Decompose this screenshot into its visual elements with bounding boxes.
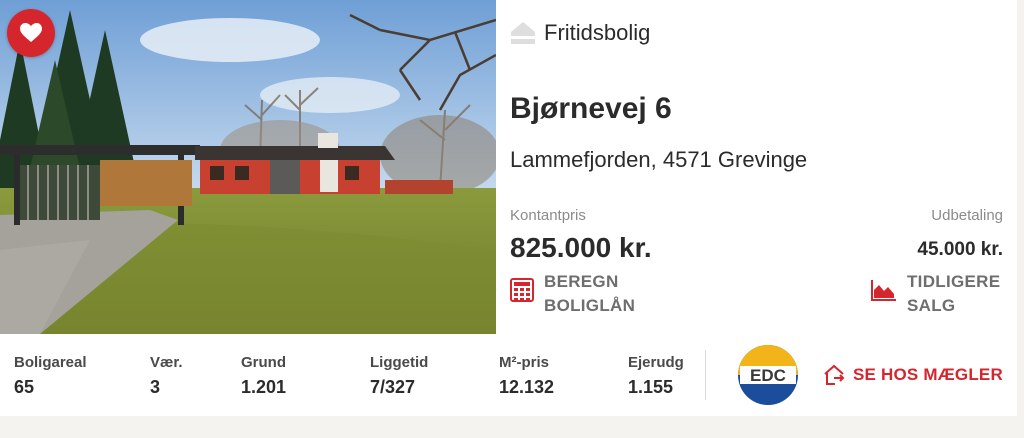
calculator-icon: [510, 278, 534, 302]
stat-m2-price: M²-pris 12.132: [499, 354, 555, 397]
house-icon: [511, 22, 535, 44]
listing-title[interactable]: Bjørnevej 6: [510, 92, 672, 126]
stats-bar: Boligareal 65 Vær. 3 Grund 1.201 Liggeti…: [0, 334, 1017, 416]
previous-sales-label: TIDLIGERE SALG: [907, 272, 1001, 315]
calculate-loan-label: BEREGN BOLIGLÅN: [544, 272, 636, 315]
house-arrow-icon: [824, 364, 845, 385]
stat-liggetid: Liggetid 7/327: [370, 354, 429, 397]
stat-grund: Grund 1.201: [241, 354, 287, 397]
stat-rooms: Vær. 3: [150, 354, 183, 397]
property-photo[interactable]: [0, 0, 496, 334]
area-chart-icon: [871, 280, 896, 301]
payout-label: Udbetaling: [931, 207, 1003, 224]
edc-logo: EDC: [738, 345, 798, 405]
favorite-button[interactable]: [7, 9, 55, 57]
property-type: Fritidsbolig: [510, 20, 650, 46]
payout-value: 45.000 kr.: [917, 239, 1003, 260]
agent-logo[interactable]: EDC: [737, 344, 799, 411]
listing-address: Lammefjorden, 4571 Grevinge: [510, 147, 808, 172]
price-label: Kontantpris: [510, 207, 586, 224]
heart-icon: [20, 23, 42, 42]
previous-sales-button[interactable]: TIDLIGERE SALG: [871, 270, 1000, 318]
price-value: 825.000 kr.: [510, 232, 652, 263]
see-at-agent-label: SE HOS MÆGLER: [853, 365, 1003, 384]
edc-logo-text: EDC: [750, 366, 786, 385]
property-image: [0, 0, 496, 334]
see-at-agent-button[interactable]: SE HOS MÆGLER: [823, 364, 1003, 386]
stat-boligareal: Boligareal 65: [14, 354, 87, 397]
listing-info: Fritidsbolig Bjørnevej 6 Lammefjorden, 4…: [496, 0, 1017, 334]
listing-card[interactable]: Fritidsbolig Bjørnevej 6 Lammefjorden, 4…: [0, 0, 1017, 416]
property-type-label: Fritidsbolig: [544, 20, 651, 45]
divider: [705, 350, 706, 400]
calculate-loan-button[interactable]: BEREGN BOLIGLÅN: [510, 270, 635, 318]
stat-ejerudg: Ejerudg 1.155: [628, 354, 684, 397]
